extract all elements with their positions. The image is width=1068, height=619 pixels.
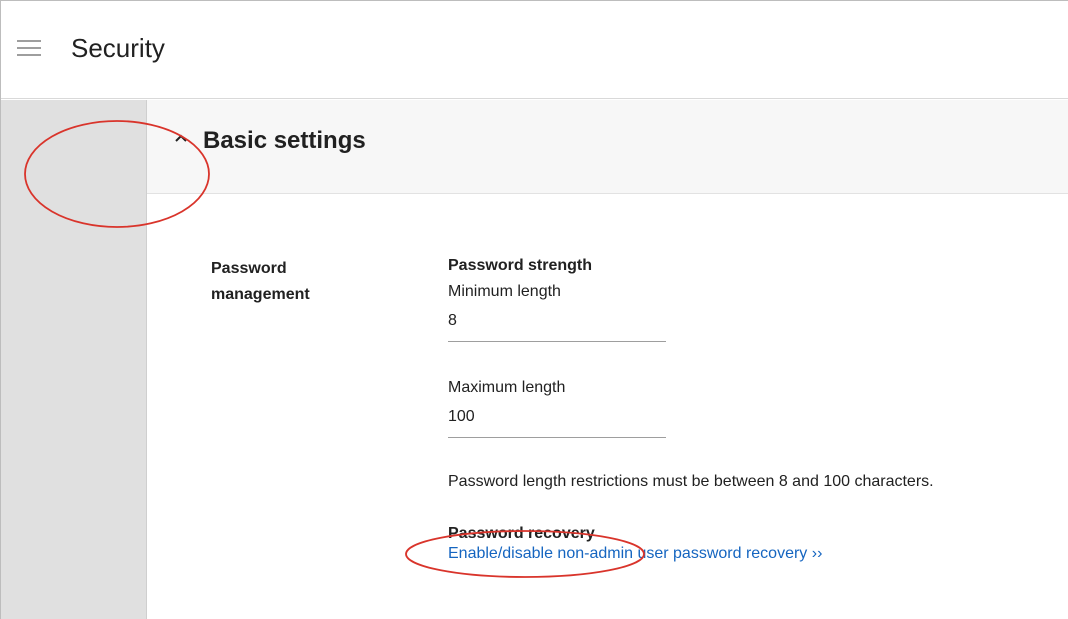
app-frame: Security Basic settings Password managem…	[0, 0, 1068, 619]
page-title: Security	[71, 33, 165, 63]
section-title: Basic settings	[203, 127, 366, 154]
annotation-circle-password-recovery	[405, 530, 645, 578]
length-hint: Password length restrictions must be bet…	[448, 473, 934, 490]
maximum-length-input[interactable]	[448, 398, 666, 438]
password-management-label-line1: Password	[211, 260, 287, 277]
minimum-length-input[interactable]	[448, 302, 666, 342]
hamburger-menu-icon[interactable]	[17, 40, 41, 58]
maximum-length-label: Maximum length	[448, 379, 566, 396]
password-strength-heading: Password strength	[448, 257, 593, 274]
minimum-length-label: Minimum length	[448, 283, 561, 300]
password-settings: Password strength Minimum length Maximum…	[448, 256, 1048, 564]
annotation-circle-password-management	[24, 120, 210, 228]
section-header[interactable]: Basic settings	[147, 100, 1068, 194]
password-management-label-line2: management	[211, 286, 310, 303]
top-bar: Security	[1, 1, 1068, 99]
password-management-label: Password management	[211, 256, 351, 308]
